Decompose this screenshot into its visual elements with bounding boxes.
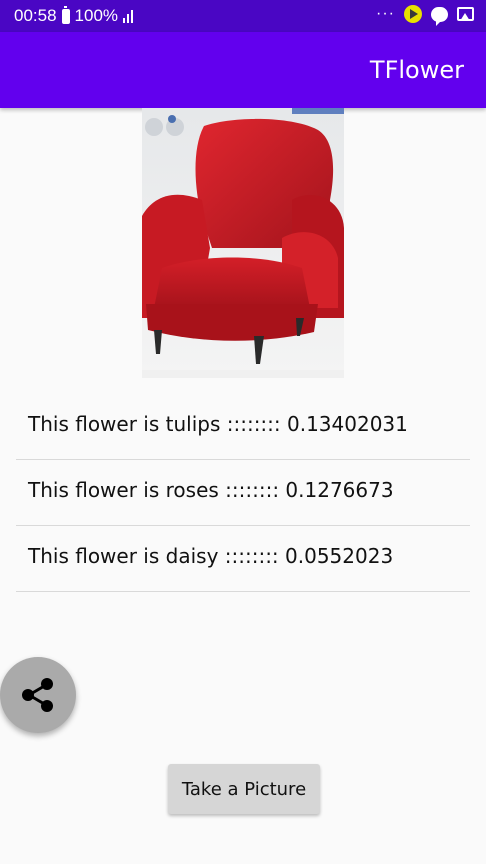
status-bar: 00:58 100% ··· bbox=[0, 0, 486, 32]
status-left: 00:58 100% bbox=[14, 5, 134, 26]
play-icon bbox=[404, 5, 422, 23]
share-fab-button[interactable] bbox=[0, 657, 76, 733]
status-time: 00:58 bbox=[14, 6, 57, 25]
app-bar: TFlower bbox=[0, 32, 486, 108]
chat-icon bbox=[431, 6, 448, 26]
result-text: This flower is tulips :::::::: 0.1340203… bbox=[28, 412, 408, 436]
result-row-daisy: This flower is daisy :::::::: 0.0552023 bbox=[16, 526, 470, 592]
captured-photo bbox=[142, 108, 344, 378]
battery-level: 100% bbox=[74, 6, 119, 25]
gallery-icon bbox=[457, 7, 474, 21]
armchair-image bbox=[142, 108, 344, 378]
take-picture-button[interactable]: Take a Picture bbox=[168, 764, 320, 814]
result-text: This flower is daisy :::::::: 0.0552023 bbox=[28, 544, 394, 568]
result-row-roses: This flower is roses :::::::: 0.1276673 bbox=[16, 460, 470, 526]
result-text: This flower is roses :::::::: 0.1276673 bbox=[28, 478, 394, 502]
more-icon: ··· bbox=[376, 5, 395, 22]
app-title: TFlower bbox=[369, 56, 464, 84]
result-row-tulips: This flower is tulips :::::::: 0.1340203… bbox=[16, 394, 470, 460]
status-right: ··· bbox=[376, 5, 474, 26]
battery-icon bbox=[61, 5, 70, 24]
signal-icon bbox=[123, 9, 134, 23]
share-icon bbox=[22, 678, 53, 712]
